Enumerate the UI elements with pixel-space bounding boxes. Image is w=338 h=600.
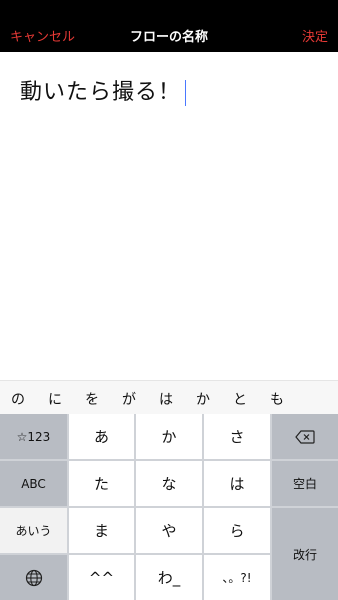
key-sa[interactable]: さ xyxy=(204,414,270,459)
key-emoticon[interactable]: ^^ xyxy=(69,555,134,600)
flow-name-text: 動いたら撮る！ xyxy=(20,74,187,106)
suggestion-item[interactable]: か xyxy=(196,389,210,409)
key-punctuation[interactable]: 、。?! xyxy=(204,555,270,600)
page-title: フローの名称 xyxy=(129,30,208,45)
key-globe[interactable] xyxy=(0,555,67,600)
keyboard: ☆123 ABC あいう あ か さ た な は ま や ら ^^ わ_ 、。?… xyxy=(0,414,338,600)
key-wa[interactable]: わ_ xyxy=(136,555,202,600)
key-numbers[interactable]: ☆123 xyxy=(0,414,67,459)
navigation-bar: キャンセル フローの名称 決定 xyxy=(0,0,338,52)
done-button[interactable]: 決定 xyxy=(302,26,328,45)
key-return[interactable]: 改行 xyxy=(272,508,338,600)
key-space[interactable]: 空白 xyxy=(272,461,338,506)
suggestion-item[interactable]: と xyxy=(233,389,247,409)
suggestion-item[interactable]: は xyxy=(159,389,173,409)
key-na[interactable]: な xyxy=(136,461,202,506)
key-ya[interactable]: や xyxy=(136,508,202,553)
key-ta[interactable]: た xyxy=(69,461,134,506)
suggestion-item[interactable]: が xyxy=(122,389,136,409)
key-abc[interactable]: ABC xyxy=(0,461,67,506)
globe-icon xyxy=(25,569,42,586)
key-ra[interactable]: ら xyxy=(204,508,270,553)
text-caret xyxy=(185,80,187,106)
key-ka[interactable]: か xyxy=(136,414,202,459)
suggestion-item[interactable]: に xyxy=(48,389,62,409)
suggestion-item[interactable]: を xyxy=(85,389,99,409)
key-ma[interactable]: ま xyxy=(69,508,134,553)
flow-name-value: 動いたら撮る！ xyxy=(20,80,182,105)
suggestion-item[interactable]: の xyxy=(11,389,25,409)
backspace-icon xyxy=(295,429,315,444)
key-kana[interactable]: あいう xyxy=(0,508,67,553)
suggestion-item[interactable]: も xyxy=(270,389,284,409)
key-a[interactable]: あ xyxy=(69,414,134,459)
key-delete[interactable] xyxy=(272,414,338,459)
flow-name-input[interactable]: 動いたら撮る！ xyxy=(0,52,338,380)
suggestion-bar: の に を が は か と も xyxy=(0,380,338,415)
key-ha[interactable]: は xyxy=(204,461,270,506)
